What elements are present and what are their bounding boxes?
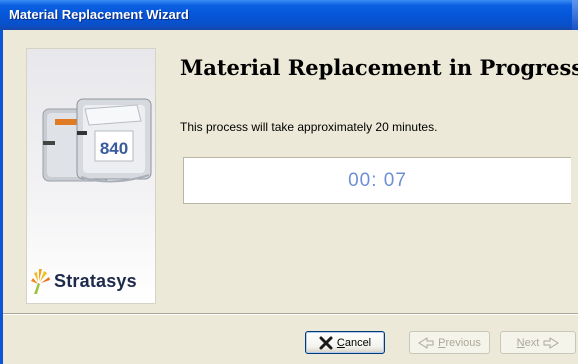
- arrow-left-icon: [418, 336, 434, 349]
- title-bar-edge: [572, 0, 578, 30]
- footer-separator: [3, 313, 578, 315]
- stratasys-logo: Stratasys: [30, 266, 137, 296]
- arrow-right-icon: [543, 336, 560, 349]
- next-button[interactable]: Next: [500, 331, 576, 354]
- elapsed-timer: 00: 07: [348, 170, 407, 191]
- stratasys-logo-icon: [31, 269, 50, 294]
- page-title: Material Replacement in Progress: [180, 55, 578, 80]
- next-label: Next: [516, 336, 540, 349]
- window-title: Material Replacement Wizard: [9, 7, 189, 22]
- material-cartridge-image: 840: [42, 98, 152, 183]
- elapsed-timer-box: 00: 07: [183, 157, 571, 204]
- x-icon: [319, 336, 333, 349]
- previous-label: Previous: [438, 336, 481, 349]
- cancel-button[interactable]: Cancel: [305, 331, 385, 354]
- cartridge-label: 840: [100, 139, 128, 158]
- process-description: This process will take approximately 20 …: [180, 120, 438, 134]
- title-bar[interactable]: Material Replacement Wizard: [0, 0, 578, 30]
- cancel-label: Cancel: [336, 336, 372, 349]
- wizard-side-panel: 840 Stratasys: [26, 48, 156, 304]
- previous-button[interactable]: Previous: [409, 331, 490, 354]
- logo-wordmark: Stratasys: [54, 270, 137, 291]
